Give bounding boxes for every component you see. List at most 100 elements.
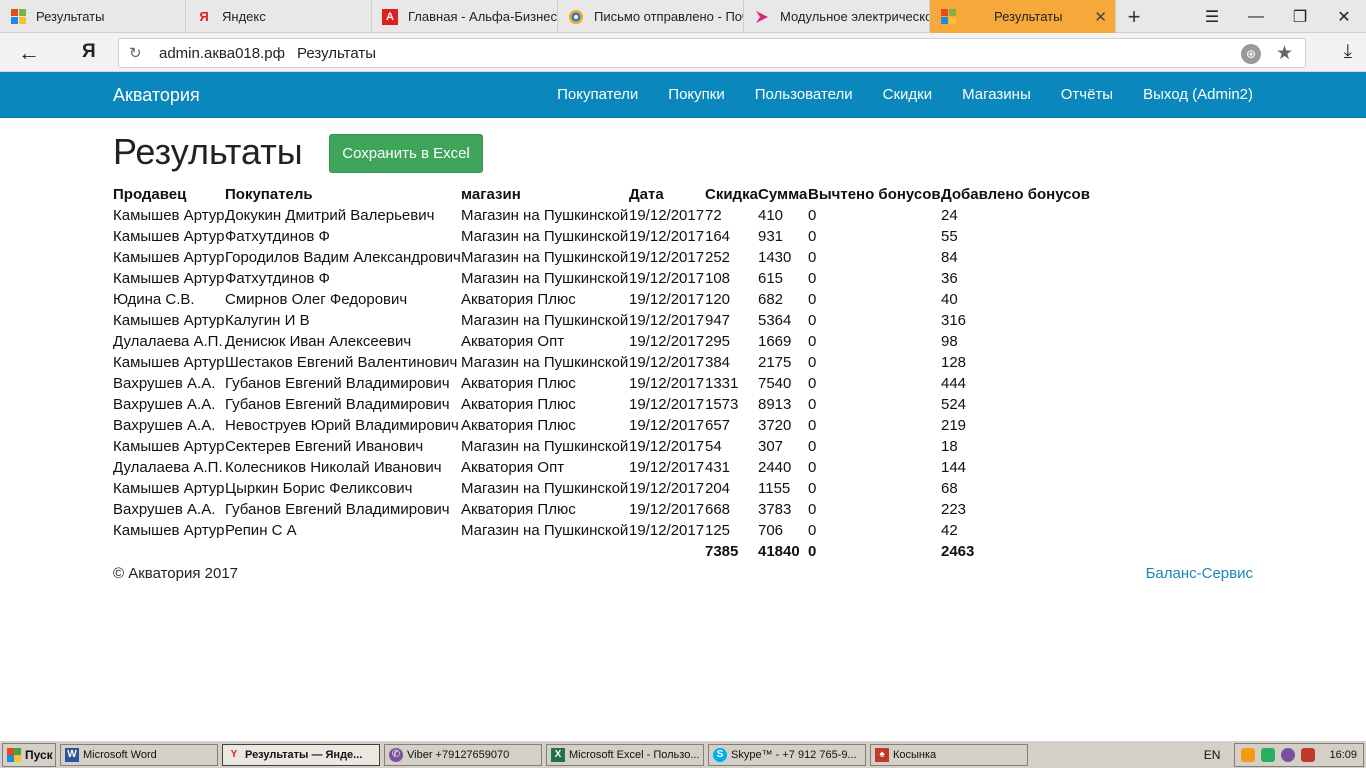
language-indicator[interactable]: EN bbox=[1204, 748, 1221, 762]
table-cell: Магазин на Пушкинской bbox=[461, 522, 629, 539]
table-cell: 0 bbox=[808, 480, 817, 497]
yandex-logo-icon[interactable]: Я bbox=[82, 41, 96, 63]
grid-favicon-icon bbox=[10, 9, 26, 25]
table-cell: Денисюк Иван Алексеевич bbox=[225, 333, 412, 350]
nav-link-logout[interactable]: Выход (Admin2) bbox=[1143, 86, 1253, 103]
url-field[interactable]: ↻ admin.аква018.рф Результаты ⊕ ★ bbox=[118, 38, 1306, 68]
table-cell: 125 bbox=[705, 522, 731, 539]
word-icon: W bbox=[65, 747, 79, 762]
alfa-icon: А bbox=[382, 8, 398, 25]
table-cell: 36 bbox=[941, 270, 958, 287]
nav-links: Покупатели Покупки Пользователи Скидки М… bbox=[527, 86, 1253, 103]
total-cell: 0 bbox=[808, 543, 817, 560]
table-cell: Невоструев Юрий Владимирович bbox=[225, 417, 459, 434]
browser-tab-active[interactable]: Результаты ✕ bbox=[930, 0, 1116, 33]
table-cell: 19/12/2017 bbox=[629, 522, 705, 539]
browser-tab[interactable]: Результаты bbox=[0, 0, 186, 33]
menu-icon[interactable]: ☰ bbox=[1190, 0, 1234, 33]
reload-icon[interactable]: ↻ bbox=[129, 44, 142, 62]
table-row: Вахрушев А.А. Губанов Евгений Владимирови… bbox=[113, 499, 1091, 520]
table-cell: Цыркин Борис Феликсович bbox=[225, 480, 413, 497]
windows-flag-icon bbox=[7, 747, 21, 762]
table-cell: 1331 bbox=[705, 375, 739, 392]
table-cell: 706 bbox=[758, 522, 784, 539]
table-cell: 19/12/2017 bbox=[629, 480, 705, 497]
table-cell: 40 bbox=[941, 291, 958, 308]
footer-link[interactable]: Баланс-Сервис bbox=[1146, 565, 1253, 582]
download-icon[interactable]: ⤓ bbox=[1344, 41, 1352, 63]
table-cell: 108 bbox=[705, 270, 731, 287]
os-taskbar: Пуск W Microsoft Word Y Результаты — Янд… bbox=[0, 740, 1366, 768]
table-cell: 19/12/2017 bbox=[629, 249, 705, 266]
table-cell: Калугин И В bbox=[225, 312, 310, 329]
taskbar-item[interactable]: S Skype™ - +7 912 765-9... bbox=[708, 743, 866, 766]
nav-link-reports[interactable]: Отчёты bbox=[1061, 86, 1113, 103]
tab-label: Письмо отправлено - Поч bbox=[594, 9, 744, 24]
table-cell: 0 bbox=[808, 249, 817, 266]
table-cell: 0 bbox=[808, 270, 817, 287]
nav-link-stores[interactable]: Магазины bbox=[962, 86, 1031, 103]
table-cell: Акватория Опт bbox=[461, 333, 565, 350]
clock[interactable]: 16:09 bbox=[1329, 749, 1357, 761]
taskbar-item[interactable]: W Microsoft Word bbox=[60, 743, 218, 766]
table-cell: 3783 bbox=[758, 501, 792, 518]
table-cell: 144 bbox=[941, 459, 967, 476]
save-excel-button[interactable]: Сохранить в Excel bbox=[329, 134, 483, 173]
nav-link-users[interactable]: Пользователи bbox=[755, 86, 853, 103]
tab-label: Результаты bbox=[36, 9, 105, 24]
table-cell: 1430 bbox=[758, 249, 792, 266]
nav-link-discounts[interactable]: Скидки bbox=[883, 86, 932, 103]
browser-tab[interactable]: Модульное электрическо bbox=[744, 0, 930, 33]
minimize-icon[interactable]: — bbox=[1234, 0, 1278, 33]
volume-muted-icon[interactable] bbox=[1301, 748, 1316, 762]
table-cell: Дулалаева А.П. bbox=[113, 459, 223, 476]
site-brand[interactable]: Акватория bbox=[113, 85, 200, 106]
table-row: Юдина С.В. Смирнов Олег Федорович Акватори… bbox=[113, 289, 1091, 310]
total-cell bbox=[225, 541, 461, 562]
table-cell: 19/12/2017 bbox=[629, 417, 705, 434]
browser-tab[interactable]: Я Яндекс bbox=[186, 0, 372, 33]
taskbar-item[interactable]: X Microsoft Excel - Пользо... bbox=[546, 743, 704, 766]
table-cell: Камышев Артур bbox=[113, 438, 225, 455]
browser-tab[interactable]: А Главная - Альфа-Бизнес bbox=[372, 0, 558, 33]
table-cell: Камышев Артур bbox=[113, 522, 225, 539]
table-row: Камышев Артур Репин С А Магазин на Пушкинс… bbox=[113, 520, 1091, 541]
table-cell: Докукин Дмитрий Валерьевич bbox=[225, 207, 435, 224]
totals-row: 7385 41840 0 2463 bbox=[113, 541, 1091, 562]
table-cell: Колесников Николай Иванович bbox=[225, 459, 442, 476]
back-arrow-icon[interactable]: ← bbox=[18, 40, 40, 66]
close-window-icon[interactable]: ✕ bbox=[1322, 0, 1366, 33]
table-cell: Шестаков Евгений Валентинович bbox=[225, 354, 458, 371]
table-cell: Магазин на Пушкинской bbox=[461, 228, 629, 245]
table-cell: Магазин на Пушкинской bbox=[461, 249, 629, 266]
table-cell: Акватория Плюс bbox=[461, 375, 576, 392]
nav-link-customers[interactable]: Покупатели bbox=[557, 86, 638, 103]
total-cell: 41840 bbox=[758, 543, 800, 560]
viber-tray-icon[interactable] bbox=[1281, 748, 1296, 762]
translate-globe-icon[interactable]: ⊕ bbox=[1241, 44, 1261, 64]
nav-link-purchases[interactable]: Покупки bbox=[668, 86, 724, 103]
start-button[interactable]: Пуск bbox=[2, 742, 56, 767]
table-cell: 128 bbox=[941, 354, 967, 371]
taskbar-item[interactable]: ✆ Viber +79127659070 bbox=[384, 743, 542, 766]
table-row: Камышев Артур Фатхутдинов Ф Магазин на Пуш… bbox=[113, 268, 1091, 289]
bookmark-star-icon[interactable]: ★ bbox=[1276, 42, 1293, 65]
tray-app-icon[interactable] bbox=[1261, 748, 1276, 762]
tray-app-icon[interactable] bbox=[1241, 748, 1256, 762]
table-cell: 0 bbox=[808, 417, 817, 434]
solitaire-icon: ♠ bbox=[875, 747, 889, 762]
restore-icon[interactable]: ❐ bbox=[1278, 0, 1322, 33]
table-cell: Вахрушев А.А. bbox=[113, 375, 216, 392]
taskbar-item-label: Microsoft Excel - Пользо... bbox=[569, 748, 700, 761]
table-cell: 219 bbox=[941, 417, 967, 434]
table-cell: Смирнов Олег Федорович bbox=[225, 291, 408, 308]
browser-tab[interactable]: Письмо отправлено - Поч bbox=[558, 0, 744, 33]
table-cell: 98 bbox=[941, 333, 958, 350]
table-cell: 19/12/2017 bbox=[629, 291, 705, 308]
tab-label: Главная - Альфа-Бизнес bbox=[408, 9, 557, 24]
taskbar-item[interactable]: ♠ Косынка bbox=[870, 743, 1028, 766]
taskbar-item-active[interactable]: Y Результаты — Янде... bbox=[222, 743, 380, 766]
table-cell: 5364 bbox=[758, 312, 792, 329]
new-tab-button[interactable]: + bbox=[1116, 0, 1152, 33]
close-tab-icon[interactable]: ✕ bbox=[1094, 8, 1107, 26]
